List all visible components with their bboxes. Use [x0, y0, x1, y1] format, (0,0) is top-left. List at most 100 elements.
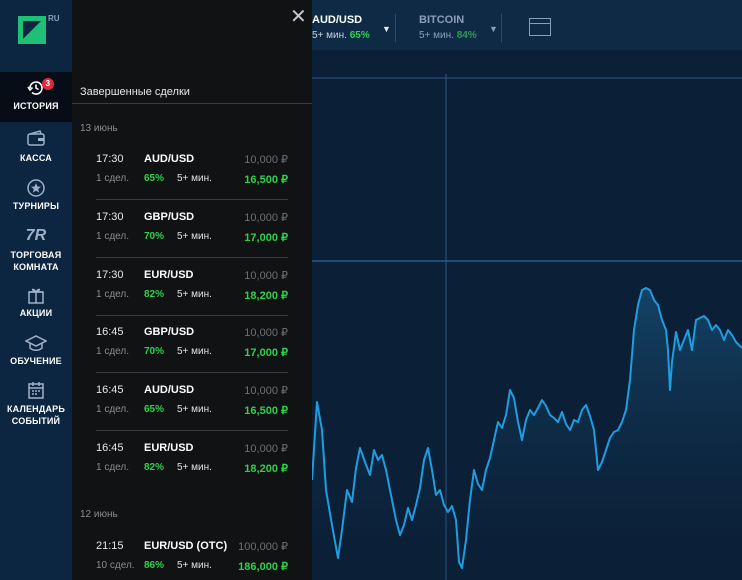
sidebar-item-cashier[interactable]: КАССА [0, 130, 72, 163]
asset-percent: 84% [456, 30, 477, 41]
deal-row[interactable]: 16:45 EUR/USD 10,000 ₽ 1 сдел. 82% 5+ ми… [96, 431, 288, 488]
sidebar-item-label: КАЛЕНДАРЬ [6, 404, 66, 414]
deal-count: 1 сдел. [96, 346, 130, 357]
deal-amount: 10,000 ₽ [244, 385, 288, 397]
sidebar-item-label: ОБУЧЕНИЕ [10, 356, 62, 366]
asset-duration: 5+ мин. [312, 30, 347, 41]
deal-payout: 17,000 ₽ [244, 347, 288, 359]
deal-percent: 82% [144, 462, 165, 473]
deal-duration: 5+ мин. [177, 462, 212, 473]
layout-icon[interactable] [529, 18, 551, 36]
divider [395, 14, 396, 42]
date-header: 13 июнь [80, 123, 118, 134]
deal-percent: 65% [144, 173, 165, 184]
deal-row[interactable]: 17:30 GBP/USD 10,000 ₽ 1 сдел. 70% 5+ ми… [96, 200, 288, 258]
asset-selector-bitcoin[interactable]: BITCOIN 5+ мин. 84% [419, 14, 477, 41]
deal-count: 1 сдел. [96, 173, 130, 184]
deal-percent: 82% [144, 289, 165, 300]
deal-pair: AUD/USD [144, 384, 195, 396]
gift-icon [0, 285, 72, 305]
trade-history-panel: ✕ Завершенные сделки 13 июнь 17:30 AUD/U… [72, 0, 312, 580]
sidebar-item-promotions[interactable]: АКЦИИ [0, 285, 72, 318]
deal-count: 1 сдел. [96, 462, 130, 473]
deal-duration: 5+ мин. [177, 231, 212, 242]
sidebar-item-trading-room[interactable]: 7R ТОРГОВАЯ КОМНАТА [0, 226, 72, 273]
sidebar-item-label: СОБЫТИЙ [11, 416, 61, 426]
sidebar-item-label: КОМНАТА [13, 262, 59, 272]
trading-room-icon: 7R [25, 227, 47, 244]
deal-amount: 10,000 ₽ [244, 327, 288, 339]
deal-pair: GBP/USD [144, 326, 195, 338]
deal-count: 1 сдел. [96, 289, 130, 300]
logo-region-label: RU [48, 14, 60, 23]
deal-amount: 10,000 ₽ [244, 270, 288, 282]
deal-row[interactable]: 16:45 AUD/USD 10,000 ₽ 1 сдел. 65% 5+ ми… [96, 373, 288, 431]
wallet-icon [0, 130, 72, 150]
logo[interactable] [18, 16, 46, 44]
deal-amount: 10,000 ₽ [244, 443, 288, 455]
sidebar-nav: RU 3 ИСТОРИЯ КАССА ТУРНИРЫ 7R ТОРГОВАЯ К… [0, 0, 72, 580]
deal-count: 1 сдел. [96, 231, 130, 242]
asset-duration: 5+ мин. [419, 30, 454, 41]
deal-percent: 70% [144, 346, 165, 357]
price-area [312, 288, 742, 580]
deal-pair: GBP/USD [144, 211, 195, 223]
deal-time: 16:45 [96, 384, 124, 396]
sidebar-item-label: ИСТОРИЯ [13, 101, 59, 111]
deal-amount: 100,000 ₽ [238, 541, 288, 553]
deal-count: 1 сдел. [96, 404, 130, 415]
asset-name: AUD/USD [312, 14, 363, 26]
calendar-icon [0, 380, 72, 400]
deal-percent: 65% [144, 404, 165, 415]
deal-amount: 10,000 ₽ [244, 212, 288, 224]
history-icon [0, 78, 72, 98]
deal-payout: 18,200 ₽ [244, 463, 288, 475]
sidebar-item-label: АКЦИИ [19, 308, 53, 318]
deal-duration: 5+ мин. [177, 289, 212, 300]
deal-payout: 18,200 ₽ [244, 290, 288, 302]
deal-time: 17:30 [96, 269, 124, 281]
sidebar-item-tournaments[interactable]: ТУРНИРЫ [0, 178, 72, 211]
close-icon[interactable]: ✕ [290, 4, 307, 29]
deal-time: 17:30 [96, 211, 124, 223]
panel-title: Завершенные сделки [80, 86, 190, 98]
deal-pair: EUR/USD [144, 442, 194, 454]
asset-percent: 65% [349, 30, 370, 41]
deal-pair: EUR/USD (OTC) [144, 540, 228, 552]
date-header: 12 июнь [80, 509, 118, 520]
sidebar-item-label: КАССА [19, 153, 53, 163]
deal-payout: 17,000 ₽ [244, 232, 288, 244]
deal-time: 16:45 [96, 326, 124, 338]
deal-time: 17:30 [96, 153, 124, 165]
deal-duration: 5+ мин. [177, 346, 212, 357]
deal-duration: 5+ мин. [177, 404, 212, 415]
deal-duration: 5+ мин. [177, 173, 212, 184]
sidebar-item-label: ТОРГОВАЯ [10, 250, 62, 260]
deal-row[interactable]: 17:30 EUR/USD 10,000 ₽ 1 сдел. 82% 5+ ми… [96, 258, 288, 316]
graduation-cap-icon [0, 333, 72, 353]
divider [501, 14, 502, 42]
chevron-down-icon[interactable]: ▼ [382, 24, 391, 34]
deal-count: 10 сдел. [96, 560, 135, 571]
sidebar-item-label: ТУРНИРЫ [12, 201, 60, 211]
deal-pair: EUR/USD [144, 269, 194, 281]
divider [72, 103, 312, 104]
deal-duration: 5+ мин. [177, 560, 212, 571]
deal-row[interactable]: 21:15 EUR/USD (OTC) 100,000 ₽ 10 сдел. 8… [96, 529, 288, 580]
asset-selector-audusd[interactable]: AUD/USD 5+ мин. 65% [312, 14, 370, 41]
deal-time: 21:15 [96, 540, 124, 552]
asset-name: BITCOIN [419, 14, 465, 26]
deal-payout: 16,500 ₽ [244, 174, 288, 186]
chevron-down-icon[interactable]: ▼ [489, 24, 498, 34]
deal-row[interactable]: 17:30 AUD/USD 10,000 ₽ 1 сдел. 65% 5+ ми… [96, 142, 288, 200]
deal-payout: 186,000 ₽ [238, 561, 288, 573]
sidebar-item-education[interactable]: ОБУЧЕНИЕ [0, 333, 72, 366]
deal-row[interactable]: 16:45 GBP/USD 10,000 ₽ 1 сдел. 70% 5+ ми… [96, 315, 288, 373]
price-chart[interactable] [312, 50, 742, 580]
star-icon [0, 178, 72, 198]
sidebar-item-history[interactable]: 3 ИСТОРИЯ [0, 72, 72, 122]
deal-pair: AUD/USD [144, 153, 195, 165]
deal-percent: 70% [144, 231, 165, 242]
sidebar-item-event-calendar[interactable]: КАЛЕНДАРЬ СОБЫТИЙ [0, 380, 72, 427]
deal-percent: 86% [144, 560, 165, 571]
